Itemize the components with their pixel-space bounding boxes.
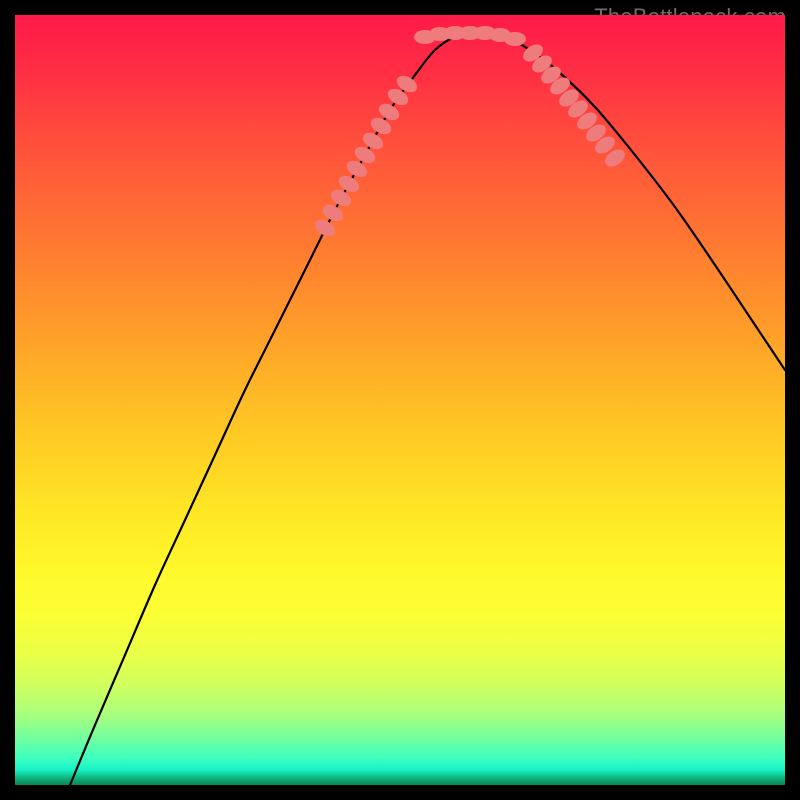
highlight-dots [312, 26, 628, 240]
chart-stage: TheBottleneck.com [0, 0, 800, 800]
plot-area [15, 15, 785, 785]
bottleneck-curve [70, 33, 785, 785]
curve-layer [15, 15, 785, 785]
highlight-dot [504, 32, 526, 46]
